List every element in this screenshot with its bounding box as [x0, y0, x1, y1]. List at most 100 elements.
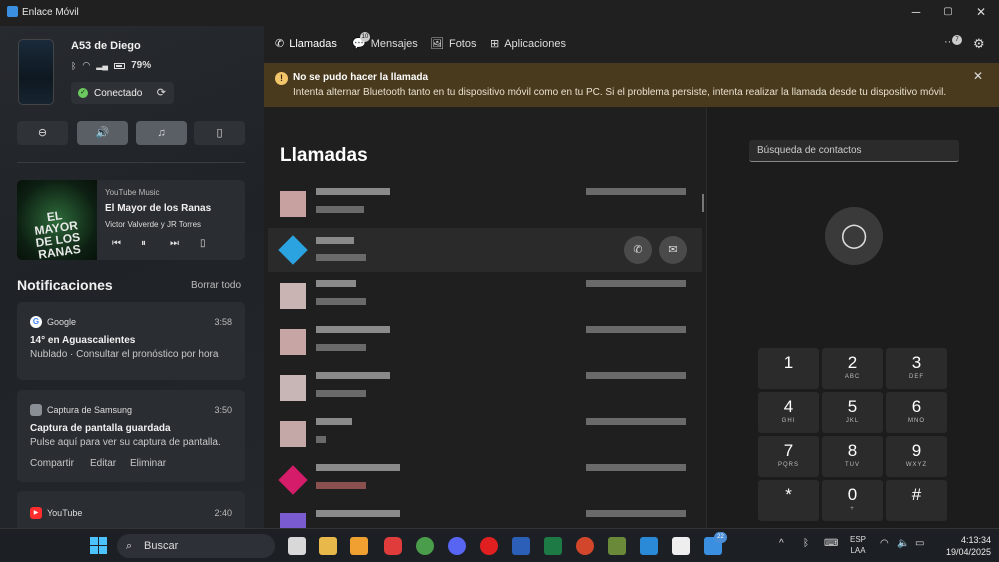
next-icon[interactable]: ⏭: [170, 238, 179, 249]
key-2[interactable]: 2 ABC: [822, 348, 883, 389]
redacted-name: [316, 510, 400, 517]
close-button[interactable]: ✕: [971, 4, 991, 20]
call-row[interactable]: [268, 274, 702, 318]
delete-action[interactable]: Eliminar: [130, 458, 166, 469]
notification-card[interactable]: ▶ YouTube 2:40: [17, 491, 245, 528]
media-source: YouTube Music: [105, 188, 160, 197]
clear-all-button[interactable]: Borrar todo: [191, 280, 241, 291]
call-row[interactable]: [268, 412, 702, 456]
key-4[interactable]: 4 GHI: [758, 392, 819, 433]
key-5[interactable]: 5 JKL: [822, 392, 883, 433]
notion-icon[interactable]: [672, 537, 690, 555]
search-icon: ⌕: [126, 540, 133, 552]
key-6[interactable]: 6 MNO: [886, 392, 947, 433]
contact-avatar: [280, 375, 306, 401]
notification-card[interactable]: Captura de Samsung 3:50 Captura de panta…: [17, 390, 245, 482]
settings-icon[interactable]: ⚙: [973, 36, 985, 52]
previous-icon[interactable]: ⏮: [112, 238, 121, 249]
key-letters: GHI: [781, 418, 796, 424]
scrollbar[interactable]: [702, 194, 704, 212]
key-7[interactable]: 7 PQRS: [758, 436, 819, 477]
youtube-music-icon[interactable]: [480, 537, 498, 555]
key-digit: 7: [783, 441, 794, 460]
album-art-text: EL MAYOR DE LOS RANAS: [33, 208, 82, 260]
battery-level: 79%: [131, 60, 152, 71]
clock[interactable]: 4:13:34 19/04/2025: [946, 534, 991, 558]
keyboard-icon[interactable]: ⌨: [824, 538, 838, 549]
media-artist: Victor Valverde y JR Torres: [105, 220, 202, 229]
battery-icon: [114, 62, 126, 69]
more-badge: 7: [952, 35, 962, 45]
tab-fotos[interactable]: 🖼 Fotos: [430, 37, 476, 51]
battery-icon[interactable]: ▭: [915, 538, 924, 549]
redacted-name: [316, 188, 390, 195]
redacted-number: [316, 254, 366, 261]
discord-icon[interactable]: [448, 537, 466, 555]
calls-header: Llamadas: [280, 145, 368, 166]
more-button[interactable]: ··· 7: [944, 35, 962, 48]
share-action[interactable]: Compartir: [30, 458, 74, 469]
start-button[interactable]: [90, 537, 107, 554]
chrome-icon[interactable]: [416, 537, 434, 555]
tab-aplicaciones[interactable]: ⊞ Aplicaciones: [490, 37, 566, 51]
volume-icon[interactable]: 🔈: [897, 538, 909, 549]
language-indicator[interactable]: ESP LAA: [850, 534, 866, 556]
minecraft-icon[interactable]: [608, 537, 626, 555]
sync-icon[interactable]: ⟳: [157, 86, 166, 99]
wifi-icon[interactable]: ◠: [880, 538, 889, 549]
redacted-name: [316, 280, 356, 287]
call-row[interactable]: [268, 320, 702, 364]
dialer-pane: Búsqueda de contactos ◯ 1 2 ABC 3 DEF 4 GHI…: [706, 107, 999, 528]
key-8[interactable]: 8 TUV: [822, 436, 883, 477]
call-button[interactable]: ✆: [624, 236, 652, 264]
key-star[interactable]: *: [758, 480, 819, 521]
key-hash[interactable]: #: [886, 480, 947, 521]
contact-avatar: [280, 283, 306, 309]
error-banner: ! No se pudo hacer la llamada Intenta al…: [264, 63, 999, 107]
vivaldi-icon[interactable]: [384, 537, 402, 555]
music-button[interactable]: ♫: [136, 121, 187, 145]
phone-audio-button[interactable]: ▯: [194, 121, 245, 145]
taskbar-search[interactable]: ⌕ Buscar: [117, 534, 275, 558]
call-row[interactable]: [268, 504, 702, 528]
call-row[interactable]: ✆ ✉: [268, 228, 702, 272]
maximize-button[interactable]: ▢: [938, 4, 958, 20]
output-device-icon[interactable]: ▯: [200, 238, 206, 249]
message-button[interactable]: ✉: [659, 236, 687, 264]
call-row[interactable]: [268, 182, 702, 226]
call-row[interactable]: [268, 458, 702, 502]
media-player-icon[interactable]: [350, 537, 368, 555]
pause-icon[interactable]: ⏸: [141, 238, 146, 249]
file-explorer-icon[interactable]: [319, 537, 337, 555]
dnd-button[interactable]: ⊖: [17, 121, 68, 145]
powerpoint-icon[interactable]: [576, 537, 594, 555]
phone-link-window: Enlace Móvil ─ ▢ ✕ A53 de Diego ᛒ ◠ ▂▄ 7…: [0, 0, 999, 528]
notification-app: Google: [47, 317, 77, 327]
volume-button[interactable]: 🔊: [77, 121, 128, 145]
call-row[interactable]: [268, 366, 702, 410]
show-hidden-icons-icon[interactable]: ^: [779, 538, 784, 549]
media-title: El Mayor de los Ranas: [105, 203, 212, 214]
excel-icon[interactable]: [544, 537, 562, 555]
minimize-button[interactable]: ─: [906, 4, 926, 20]
key-digit: 9: [911, 441, 922, 460]
bluetooth-icon[interactable]: ᛒ: [803, 538, 809, 549]
notification-card[interactable]: G Google 3:58 14° en Aguascalientes Nubl…: [17, 302, 245, 380]
key-1[interactable]: 1: [758, 348, 819, 389]
redacted-number: [316, 344, 366, 351]
edit-action[interactable]: Editar: [90, 458, 116, 469]
task-view-icon[interactable]: [288, 537, 306, 555]
phone-image: [18, 39, 54, 105]
key-3[interactable]: 3 DEF: [886, 348, 947, 389]
tab-llamadas[interactable]: ✆ Llamadas: [275, 37, 337, 51]
media-player-card: EL MAYOR DE LOS RANAS YouTube Music El M…: [17, 180, 245, 260]
app-logo-icon: [7, 6, 18, 17]
word-icon[interactable]: [512, 537, 530, 555]
key-0[interactable]: 0 +: [822, 480, 883, 521]
tab-mensajes[interactable]: 💬 Mensajes 10: [352, 32, 418, 50]
vscode-icon[interactable]: [640, 537, 658, 555]
contact-search-input[interactable]: Búsqueda de contactos: [749, 140, 959, 162]
close-icon[interactable]: ✕: [973, 69, 983, 83]
key-9[interactable]: 9 WXYZ: [886, 436, 947, 477]
key-digit: 2: [847, 353, 858, 372]
